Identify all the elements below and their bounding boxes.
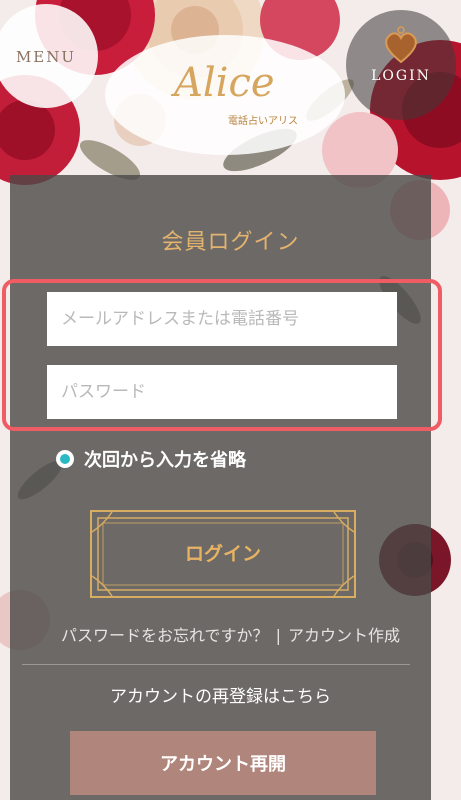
header-login-button[interactable]: LOGIN: [346, 10, 456, 120]
heart-locket-icon: [385, 26, 417, 64]
email-input[interactable]: [47, 292, 397, 346]
menu-label: MENU: [15, 48, 77, 66]
page-title: 会員ログイン: [161, 230, 300, 255]
remember-label: 次回から入力を省略: [84, 450, 246, 471]
reopen-account-button[interactable]: アカウント再開: [70, 731, 376, 795]
logo: Alice 電話占いアリス: [140, 60, 320, 130]
divider: [22, 664, 410, 665]
account-links: パスワードをお忘れですか？ | アカウント作成: [0, 622, 461, 646]
link-separator: |: [275, 626, 281, 645]
password-input[interactable]: [47, 365, 397, 419]
login-button[interactable]: ログイン: [90, 510, 356, 598]
login-button-label: ログイン: [184, 543, 261, 565]
logo-subtitle: 電話占いアリス: [228, 116, 298, 127]
radio-selected-icon[interactable]: [56, 450, 74, 468]
re-register-link[interactable]: アカウントの再登録はこちら: [0, 682, 441, 707]
remember-option[interactable]: 次回から入力を省略: [56, 446, 246, 472]
forgot-password-link[interactable]: パスワードをお忘れですか？: [61, 626, 269, 645]
create-account-link[interactable]: アカウント作成: [288, 626, 400, 645]
login-label: LOGIN: [371, 68, 431, 84]
menu-button[interactable]: MENU: [0, 4, 98, 108]
logo-text: Alice: [174, 60, 275, 106]
